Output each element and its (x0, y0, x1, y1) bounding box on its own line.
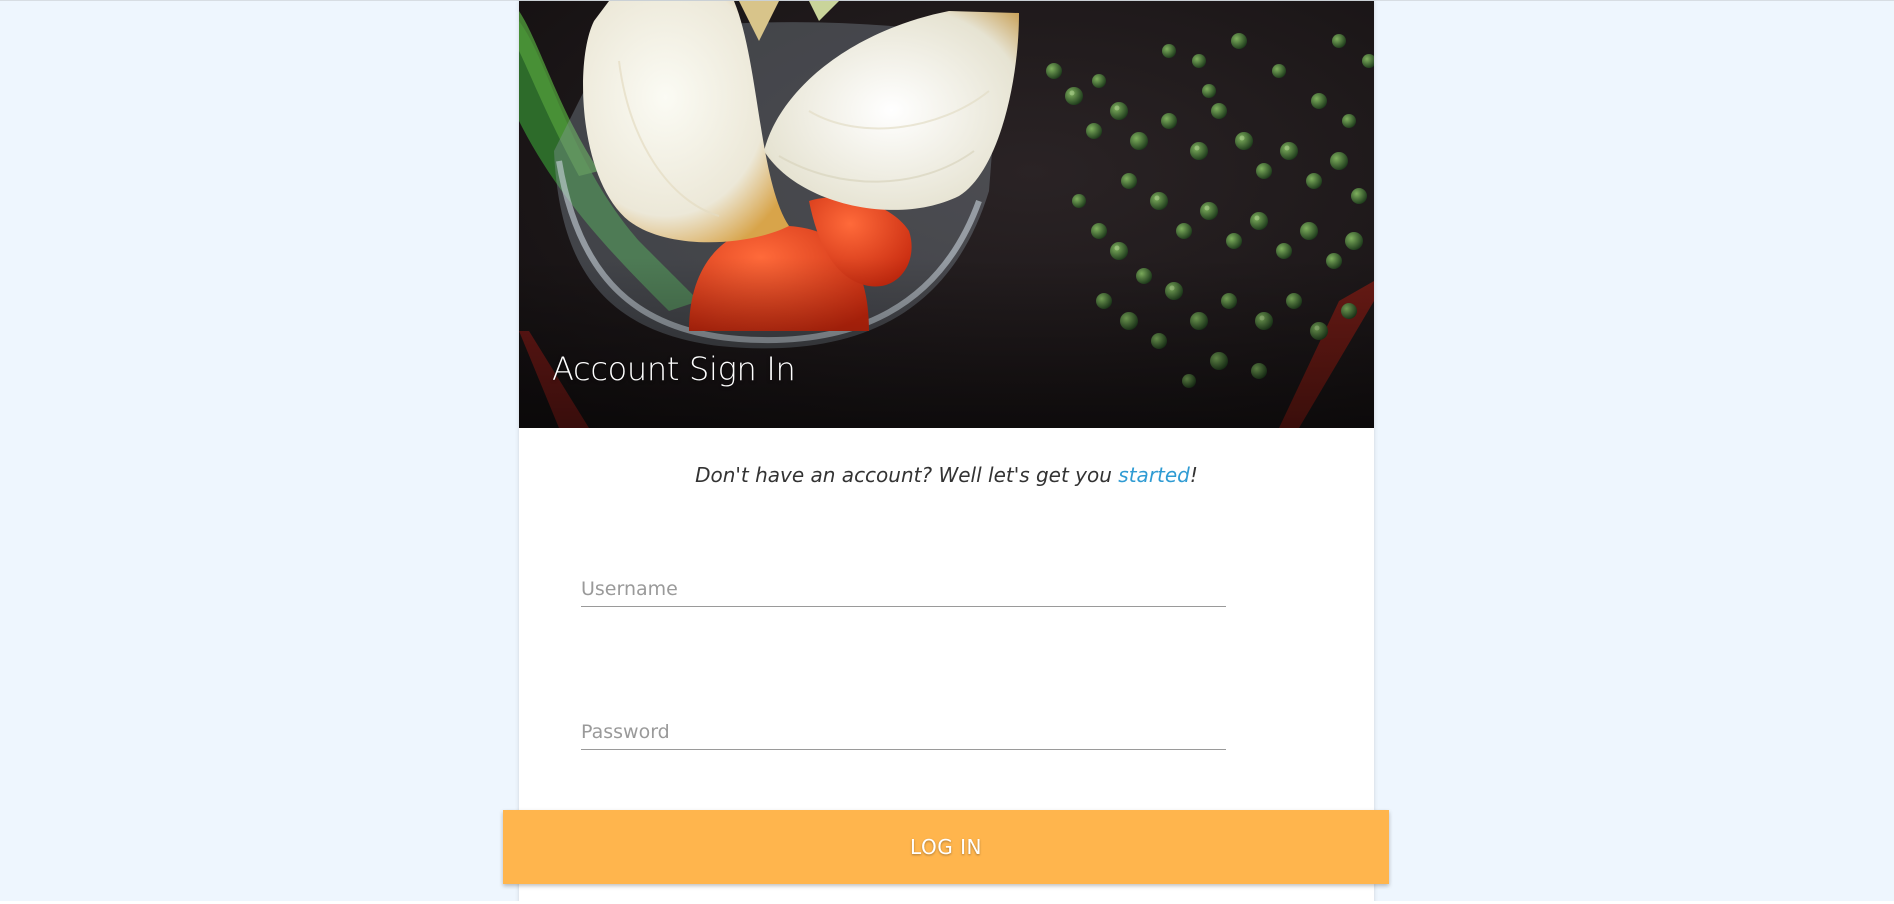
signup-prompt: Don't have an account? Well let's get yo… (519, 463, 1374, 487)
username-field-wrapper (581, 558, 1226, 607)
signup-prompt-text: Don't have an account? Well let's get yo… (695, 463, 1119, 487)
signup-link[interactable]: started (1118, 463, 1190, 487)
page-title: Account Sign In (552, 350, 796, 388)
password-field-wrapper (581, 701, 1226, 750)
hero-image: Account Sign In (519, 1, 1374, 428)
signin-card: Account Sign In Don't have an account? W… (519, 1, 1374, 904)
username-input[interactable] (581, 578, 1226, 600)
login-button[interactable]: LOG IN (503, 810, 1389, 884)
password-input[interactable] (581, 721, 1226, 743)
signup-prompt-suffix: ! (1189, 463, 1198, 487)
